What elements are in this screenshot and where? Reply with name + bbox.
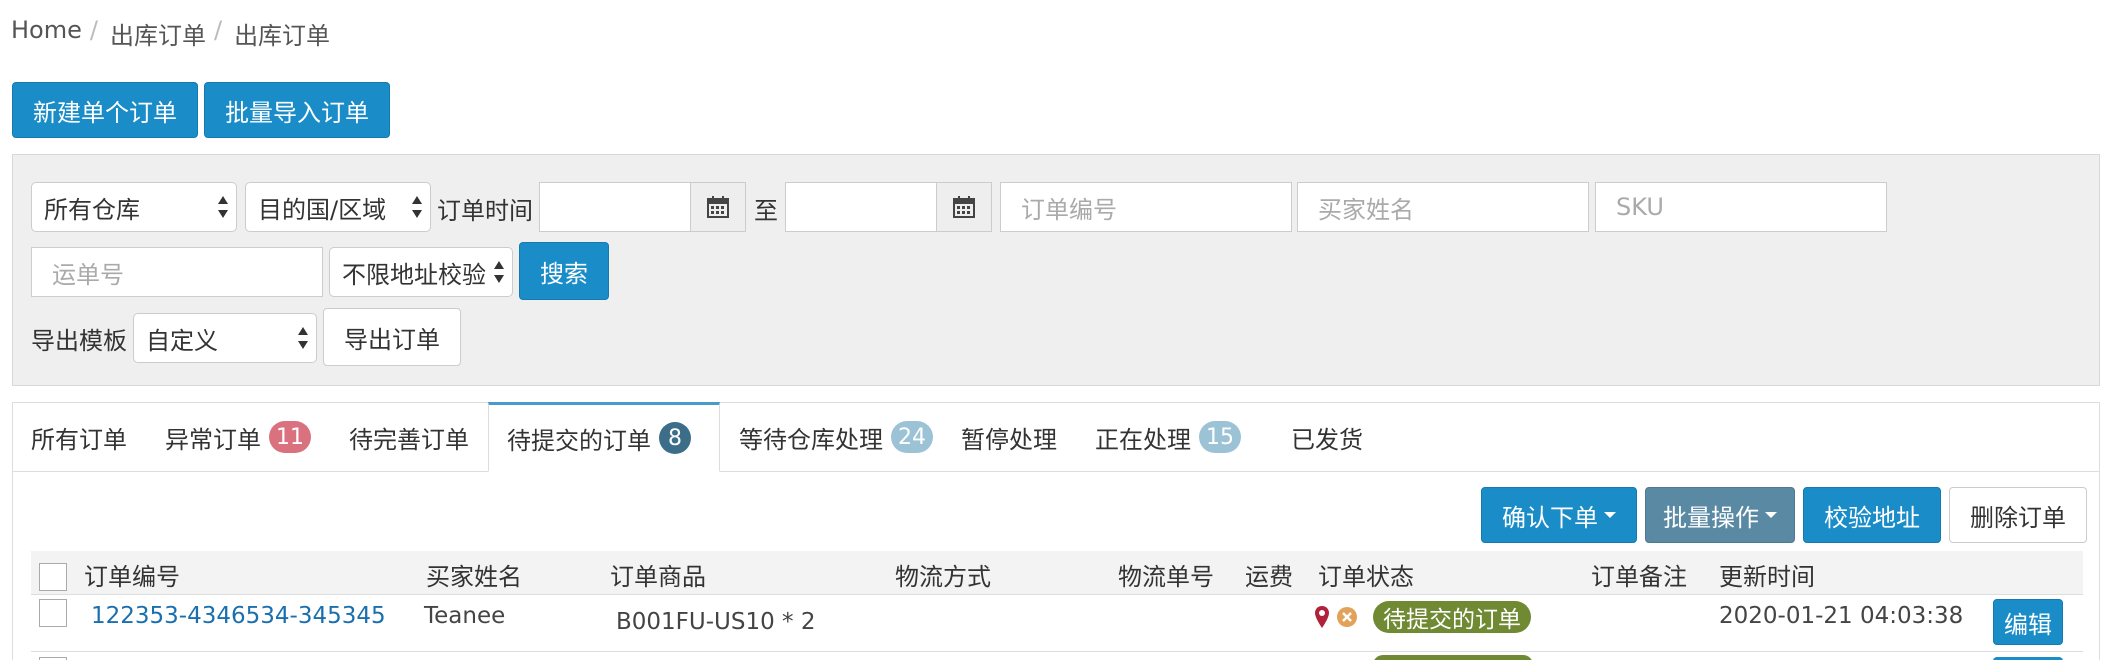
status-badge: 待提交的订单 [1373,601,1531,633]
tab-label: 异常订单 [165,425,261,454]
address-check-select-value: 不限地址校验 [342,260,486,289]
status-badge [1373,655,1533,660]
verify-address-button[interactable]: 校验地址 [1803,487,1941,543]
column-header: 买家姓名 [426,563,522,591]
tab-all-orders[interactable]: 所有订单 [13,403,145,471]
batch-import-button[interactable]: 批量导入订单 [204,82,390,138]
column-header: 订单状态 [1318,563,1414,591]
to-label: 至 [754,197,778,225]
sku-input[interactable]: SKU [1595,182,1887,232]
column-header: 物流单号 [1118,563,1214,591]
tab-label: 等待仓库处理 [739,425,883,454]
select-arrows-icon [412,194,422,220]
caret-down-icon [1765,512,1777,518]
breadcrumb-level2: 出库订单 [234,22,331,50]
tab-label: 正在处理 [1095,425,1191,454]
new-order-button[interactable]: 新建单个订单 [12,82,198,138]
batch-operations-button[interactable]: 批量操作 [1645,487,1795,543]
tab-label: 待提交的订单 [507,426,651,455]
country-select[interactable]: 目的国/区域 [245,182,431,232]
order-number-input[interactable]: 订单编号 [1000,182,1292,232]
column-header: 订单商品 [610,563,706,591]
column-header: 物流方式 [895,563,991,591]
tracking-number-input[interactable]: 运单号 [31,247,323,297]
order-number-link[interactable]: 122353-4346534-345345 [91,603,386,629]
caret-down-icon [1604,512,1616,518]
map-marker-icon[interactable] [1315,606,1329,632]
search-button[interactable]: 搜索 [519,242,609,300]
breadcrumb-level1[interactable]: 出库订单 [110,16,206,51]
select-all-checkbox[interactable] [39,563,67,591]
delete-orders-button[interactable]: 删除订单 [1949,487,2087,543]
count-badge: 8 [659,422,691,454]
export-template-select-value: 自定义 [146,326,218,355]
count-badge: 11 [269,421,311,453]
breadcrumb: Home / 出库订单 / 出库订单 [11,16,330,51]
buyer-name-input[interactable]: 买家姓名 [1297,182,1589,232]
start-date-input[interactable] [539,182,691,232]
tab-shipped[interactable]: 已发货 [1273,403,1381,471]
export-template-label: 导出模板 [31,327,127,355]
error-circle-icon[interactable] [1337,607,1357,631]
tab-paused[interactable]: 暂停处理 [943,403,1075,471]
tab-exception-orders[interactable]: 异常订单 11 [147,403,329,471]
count-badge: 15 [1199,421,1241,453]
column-header: 更新时间 [1719,563,1815,591]
updated-time: 2020-01-21 04:03:38 [1719,603,1964,629]
tabs-divider [13,471,2099,472]
tab-incomplete-orders[interactable]: 待完善订单 [331,403,487,471]
select-arrows-icon [494,259,504,285]
export-template-select[interactable]: 自定义 [133,313,317,363]
column-header: 运费 [1245,563,1293,591]
select-arrows-icon [298,325,308,351]
tab-awaiting-warehouse[interactable]: 等待仓库处理 24 [721,403,951,471]
orders-panel: 所有订单 异常订单 11 待完善订单 待提交的订单 8 等待仓库处理 24 暂停… [12,402,2100,660]
row-divider [31,651,2083,652]
breadcrumb-separator: / [89,16,98,44]
country-select-value: 目的国/区域 [258,195,387,224]
warehouse-select-value: 所有仓库 [44,195,140,224]
column-header: 订单编号 [84,563,180,591]
calendar-icon[interactable] [936,182,992,232]
breadcrumb-separator: / [213,16,223,44]
edit-button[interactable]: 编辑 [1993,599,2063,645]
tab-processing[interactable]: 正在处理 15 [1077,403,1259,471]
order-items: B001FU-US10 * 2 [616,609,816,635]
table-header: 订单编号 买家姓名 订单商品 物流方式 物流单号 运费 订单状态 订单备注 更新… [31,551,2083,595]
calendar-icon[interactable] [690,182,746,232]
buyer-name: Teanee [424,603,506,629]
address-check-select[interactable]: 不限地址校验 [329,247,513,297]
filter-panel: 所有仓库 目的国/区域 订单时间 至 订单编号 买家姓名 SKU 运单号 不限地… [12,154,2100,386]
end-date-input[interactable] [785,182,937,232]
row-checkbox[interactable] [39,599,67,627]
confirm-order-button[interactable]: 确认下单 [1481,487,1637,543]
order-time-label: 订单时间 [437,197,533,225]
breadcrumb-home[interactable]: Home [11,16,82,51]
tab-label: 已发货 [1291,425,1363,454]
export-orders-button[interactable]: 导出订单 [323,308,461,366]
count-badge: 24 [891,421,933,453]
select-arrows-icon [218,194,228,220]
batch-operations-label: 批量操作 [1663,503,1759,532]
tab-label: 待完善订单 [349,425,469,454]
tab-label: 暂停处理 [961,425,1057,454]
status-label: 待提交的订单 [1373,601,1531,633]
column-header: 订单备注 [1591,563,1687,591]
confirm-order-label: 确认下单 [1502,503,1598,532]
tab-label: 所有订单 [31,425,127,454]
tab-pending-submit[interactable]: 待提交的订单 8 [488,402,720,472]
warehouse-select[interactable]: 所有仓库 [31,182,237,232]
